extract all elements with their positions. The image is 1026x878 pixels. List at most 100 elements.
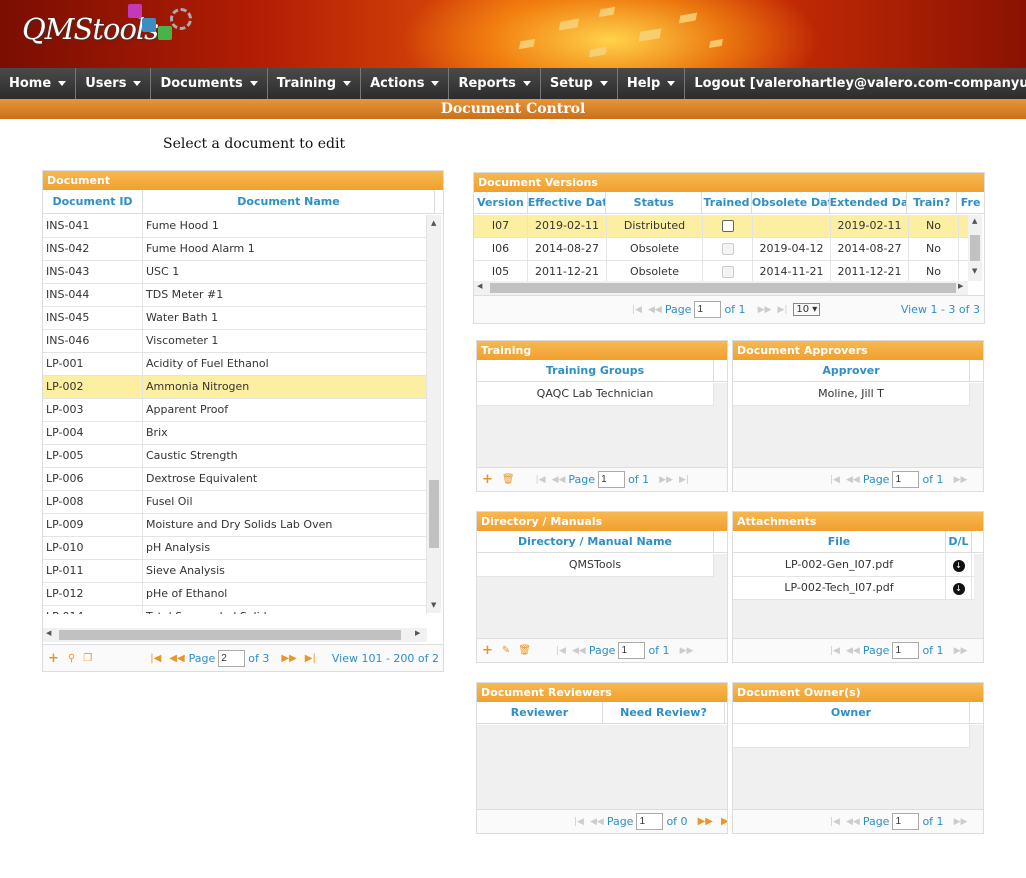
page-input[interactable]: [892, 642, 920, 659]
nav-reports[interactable]: Reports: [449, 68, 541, 99]
last-page-icon[interactable]: ▶|: [777, 305, 787, 315]
table-row[interactable]: INS-043 USC 1: [43, 261, 427, 284]
col-approver[interactable]: Approver: [733, 360, 970, 381]
col-extended-date[interactable]: Extended Date: [830, 192, 908, 213]
col-file[interactable]: File: [733, 531, 946, 552]
prev-page-icon[interactable]: ◀◀: [572, 646, 586, 656]
last-page-icon[interactable]: ▶|: [721, 816, 727, 827]
table-row[interactable]: LP-001 Acidity of Fuel Ethanol: [43, 353, 427, 376]
add-icon[interactable]: +: [48, 651, 59, 666]
add-icon[interactable]: +: [482, 643, 493, 658]
first-page-icon[interactable]: |◀: [574, 817, 584, 827]
table-row[interactable]: LP-004 Brix: [43, 422, 427, 445]
col-need-review[interactable]: Need Review?: [603, 702, 725, 723]
vertical-scrollbar[interactable]: ▲ ▼: [968, 215, 982, 281]
nav-logout[interactable]: Logout [valerohartley@valero.com-company…: [685, 68, 1026, 99]
attachment-file[interactable]: LP-002-Tech_I07.pdf: [733, 577, 946, 599]
nav-home[interactable]: Home: [0, 68, 77, 99]
last-page-icon[interactable]: ▶|: [679, 475, 689, 485]
table-row[interactable]: INS-041 Fume Hood 1: [43, 215, 427, 238]
first-page-icon[interactable]: |◀: [830, 646, 840, 656]
table-row[interactable]: LP-003 Apparent Proof: [43, 399, 427, 422]
table-row[interactable]: LP-009 Moisture and Dry Solids Lab Oven: [43, 514, 427, 537]
table-row[interactable]: I05 2011-12-21 Obsolete 2014-11-21 2011-12-2…: [474, 261, 968, 281]
first-page-icon[interactable]: |◀: [536, 475, 546, 485]
page-input[interactable]: [892, 813, 920, 830]
nav-documents[interactable]: Documents: [151, 68, 268, 99]
download-button[interactable]: ↓: [946, 577, 972, 599]
next-page-icon[interactable]: ▶▶: [698, 816, 713, 827]
scroll-thumb[interactable]: [429, 480, 439, 548]
nav-setup[interactable]: Setup: [541, 68, 618, 99]
next-page-icon[interactable]: ▶▶: [758, 305, 772, 315]
table-row[interactable]: LP-006 Dextrose Equivalent: [43, 468, 427, 491]
page-input[interactable]: [694, 301, 722, 318]
next-page-icon[interactable]: ▶▶: [659, 475, 673, 485]
first-page-icon[interactable]: |◀: [830, 475, 840, 485]
nav-training[interactable]: Training: [268, 68, 362, 99]
first-page-icon[interactable]: |◀: [150, 653, 161, 664]
table-row[interactable]: LP-010 pH Analysis: [43, 537, 427, 560]
table-row[interactable]: INS-046 Viscometer 1: [43, 330, 427, 353]
delete-icon[interactable]: 🗑: [502, 474, 515, 485]
prev-page-icon[interactable]: ◀◀: [846, 817, 860, 827]
col-dl[interactable]: D/L: [946, 531, 972, 552]
first-page-icon[interactable]: |◀: [632, 305, 642, 315]
prev-page-icon[interactable]: ◀◀: [846, 475, 860, 485]
table-row[interactable]: I07 2019-02-11 Distributed 2019-02-11 No: [474, 215, 968, 238]
table-row[interactable]: LP-005 Caustic Strength: [43, 445, 427, 468]
directory-cell[interactable]: QMSTools: [477, 554, 714, 576]
next-page-icon[interactable]: ▶▶: [954, 817, 968, 827]
download-button[interactable]: ↓: [946, 554, 972, 576]
next-page-icon[interactable]: ▶▶: [954, 646, 968, 656]
page-input[interactable]: [892, 471, 920, 488]
table-row[interactable]: LP-002 Ammonia Nitrogen: [43, 376, 427, 399]
delete-icon[interactable]: 🗑: [518, 645, 531, 656]
table-row[interactable]: INS-044 TDS Meter #1: [43, 284, 427, 307]
table-row[interactable]: LP-014Total Suspended Solids: [43, 606, 427, 614]
next-page-icon[interactable]: ▶▶: [281, 653, 296, 664]
search-icon[interactable]: ⚲: [68, 653, 75, 664]
first-page-icon[interactable]: |◀: [830, 817, 840, 827]
col-owner[interactable]: Owner: [733, 702, 970, 723]
col-status[interactable]: Status: [606, 192, 703, 213]
vertical-scrollbar[interactable]: ▲ ▼: [427, 215, 441, 613]
add-icon[interactable]: +: [482, 472, 493, 487]
table-row[interactable]: INS-042 Fume Hood Alarm 1: [43, 238, 427, 261]
prev-page-icon[interactable]: ◀◀: [590, 817, 604, 827]
horizontal-scrollbar[interactable]: ◀ ▶: [474, 281, 968, 295]
col-trained[interactable]: Trained: [702, 192, 752, 213]
table-row[interactable]: LP-008 Fusel Oil: [43, 491, 427, 514]
table-row[interactable]: I06 2014-08-27 Obsolete 2019-04-12 2014-08-2…: [474, 238, 968, 261]
page-input[interactable]: [598, 471, 626, 488]
trained-checkbox[interactable]: [703, 215, 753, 237]
nav-users[interactable]: Users: [76, 68, 152, 99]
approver-cell[interactable]: Moline, Jill T: [733, 383, 970, 405]
rows-per-page-select[interactable]: 10 ▾: [793, 303, 821, 316]
training-group-cell[interactable]: QAQC Lab Technician: [477, 383, 714, 405]
last-page-icon[interactable]: ▶|: [305, 653, 316, 664]
page-input[interactable]: [636, 813, 664, 830]
col-document-id[interactable]: Document ID: [43, 190, 143, 213]
table-row[interactable]: LP-012 pHe of Ethanol: [43, 583, 427, 606]
prev-page-icon[interactable]: ◀◀: [552, 475, 566, 485]
table-row[interactable]: INS-045 Water Bath 1: [43, 307, 427, 330]
col-version[interactable]: Version: [474, 192, 528, 213]
prev-page-icon[interactable]: ◀◀: [169, 653, 184, 664]
prev-page-icon[interactable]: ◀◀: [648, 305, 662, 315]
next-page-icon[interactable]: ▶▶: [680, 646, 694, 656]
col-fre[interactable]: Fre: [957, 192, 984, 213]
col-document-name[interactable]: Document Name: [143, 190, 435, 213]
nav-actions[interactable]: Actions: [361, 68, 450, 99]
horizontal-scrollbar[interactable]: ◀ ▶: [43, 628, 427, 642]
col-effective-date[interactable]: Effective Date: [528, 192, 607, 213]
col-obsolete-date[interactable]: Obsolete Date: [752, 192, 830, 213]
table-row[interactable]: LP-011 Sieve Analysis: [43, 560, 427, 583]
col-train[interactable]: Train?: [907, 192, 958, 213]
first-page-icon[interactable]: |◀: [556, 646, 566, 656]
page-input[interactable]: [218, 649, 246, 667]
col-training-groups[interactable]: Training Groups: [477, 360, 714, 381]
col-directory-name[interactable]: Directory / Manual Name: [477, 531, 714, 552]
edit-icon[interactable]: ✎: [502, 645, 510, 656]
nav-help[interactable]: Help: [618, 68, 686, 99]
